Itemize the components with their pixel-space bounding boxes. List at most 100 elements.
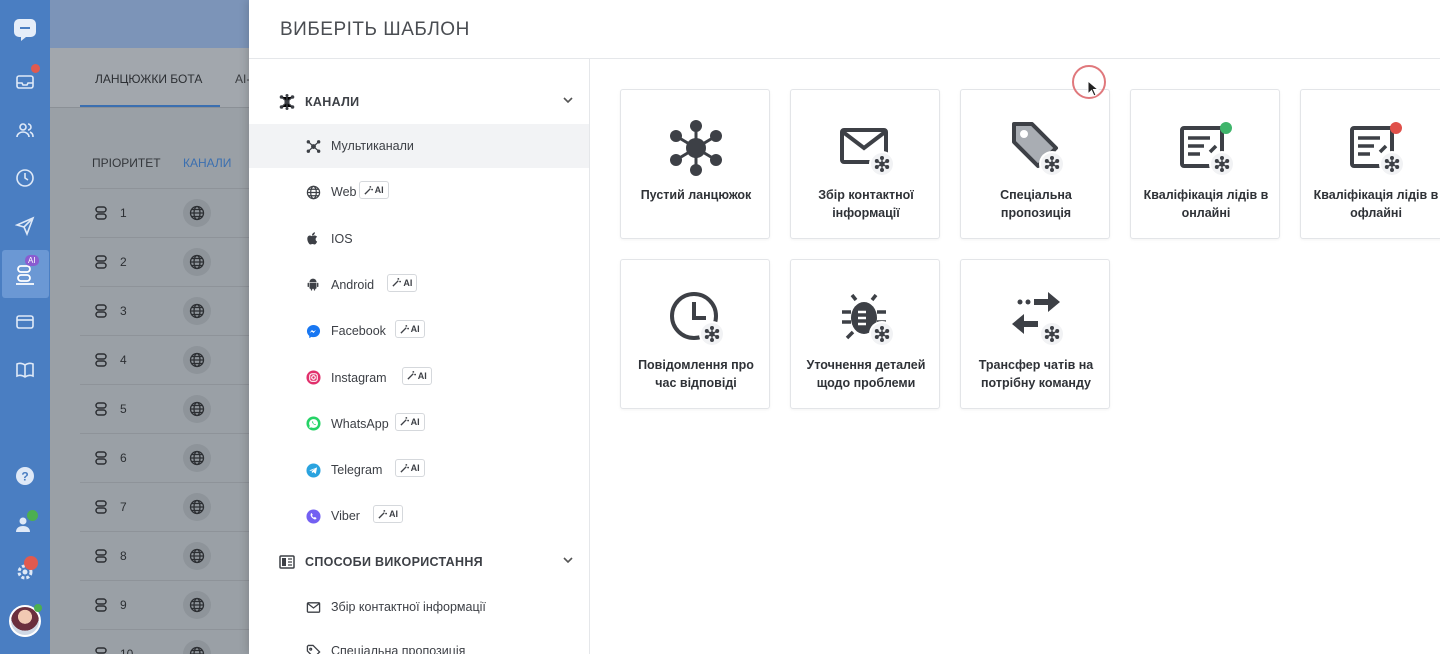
bot-icon [95,353,107,367]
globe-icon [183,248,211,276]
sidebar-item-label: Viber [331,509,360,524]
help-icon[interactable]: ? [13,464,37,488]
template-card[interactable]: Повідомлення про час відповіді [620,259,770,409]
template-card[interactable]: Збір контактної інформації [790,89,940,239]
clock-gear-icon [666,288,726,348]
section-usage-header[interactable]: СПОСОБИ ВИКОРИСТАННЯ [249,547,589,577]
priority-value: 5 [120,402,127,416]
ai-badge-label: AI [410,324,420,335]
tab-ai: AI- [235,72,250,86]
background-topbar [50,0,250,48]
multichannel-icon [279,94,295,110]
sidebar-item-channel[interactable]: Facebook AI [249,309,589,353]
template-card[interactable]: Спеціальна пропозиція [960,89,1110,239]
apple-icon [305,231,321,247]
table-row: 4 [80,335,250,384]
whatsapp-icon [305,416,321,432]
envelope-icon [305,599,321,615]
magic-wand-icon [400,463,409,473]
book-icon[interactable] [13,358,37,382]
priority-value: 2 [120,255,127,269]
globe-icon [305,184,321,200]
template-card[interactable]: Пустий ланцюжок [620,89,770,239]
sidebar-item-channel[interactable]: Web AI [249,170,589,214]
template-sidebar: КАНАЛИ Мультиканали Web AI IOS Android A… [249,59,590,654]
column-priority: ПРІОРИТЕТ [92,156,161,170]
sidebar-item-label: Android [331,277,375,292]
template-card[interactable]: Уточнення деталей щодо проблеми [790,259,940,409]
sidebar-item-label: Telegram [331,463,383,478]
bot-icon [95,500,107,514]
sidebar-item-channel[interactable]: Мультиканали [249,124,589,168]
tab-bot-chains: ЛАНЦЮЖКИ БОТА [95,72,203,86]
section-usage-label: СПОСОБИ ВИКОРИСТАННЯ [305,555,483,569]
globe-icon [183,395,211,423]
ai-badge-label: AI [410,416,420,427]
template-card[interactable]: Кваліфікація лідів в офлайні [1300,89,1440,239]
template-card-label: Трансфер чатів на потрібну команду [978,358,1094,390]
table-row: 10 [80,629,250,654]
sidebar-item-channel[interactable]: Android AI [249,263,589,307]
magic-wand-icon [407,371,416,380]
telegram-icon [305,462,321,478]
sidebar-item-label: IOS [331,231,353,246]
priority-value: 4 [120,353,127,367]
section-channels-header[interactable]: КАНАЛИ [249,87,589,117]
chat-icon[interactable] [13,18,37,42]
inbox-icon[interactable] [13,70,37,94]
users-icon[interactable] [13,118,37,142]
sidebar-item-channel[interactable]: Instagram AI [249,356,589,400]
globe-icon [183,493,211,521]
chevron-down-icon[interactable] [562,554,574,566]
sidebar-item-label: Спеціальна пропозиція [331,644,466,654]
modal-header: ВИБЕРІТЬ ШАБЛОН [249,0,1440,59]
template-modal: ВИБЕРІТЬ ШАБЛОН КАНАЛИ Мультиканали Web … [249,0,1440,654]
ai-badge-label: AI [410,463,420,474]
ai-badge-label: AI [403,277,413,288]
ai-badge: AI [401,366,432,385]
sidebar-item-label: Мультиканали [331,139,414,153]
priority-value: 1 [120,206,127,220]
table-row: 9 [80,580,250,629]
settings-alert-dot [24,556,38,570]
priority-value: 10 [120,647,134,654]
sidebar-item-channel[interactable]: IOS [249,217,589,261]
priority-value: 7 [120,500,127,514]
bot-icon [95,598,107,612]
avatar-online-dot [34,604,42,612]
globe-icon [183,346,211,374]
template-card[interactable]: Трансфер чатів на потрібну команду [960,259,1110,409]
globe-icon [183,542,211,570]
svg-text:?: ? [21,470,28,484]
magic-wand-icon [378,509,387,519]
sidebar-item-usage[interactable]: Збір контактної інформації [249,585,589,629]
template-card[interactable]: Кваліфікація лідів в онлайні [1130,89,1280,239]
globe-icon [183,640,211,654]
template-card-label: Пустий ланцюжок [640,188,752,202]
ai-badge: AI [394,320,425,339]
priority-value: 3 [120,304,127,318]
ai-badge: AI [25,255,39,266]
bot-icon [95,304,107,318]
sidebar-item-channel[interactable]: Viber AI [249,494,589,538]
leads-offline-icon [1346,118,1406,178]
layout-icon [279,555,295,569]
ai-badge: AI [387,273,418,292]
sidebar-item-label: WhatsApp [331,416,389,431]
sidebar-item-usage[interactable]: Спеціальна пропозиція [249,629,589,654]
priority-value: 8 [120,549,127,563]
multichannel-icon [305,138,321,154]
chevron-down-icon[interactable] [562,94,574,106]
sidebar-item-label: Web [331,185,357,200]
sidebar-item-channel[interactable]: Telegram AI [249,448,589,492]
team-status-dot [27,510,38,521]
transfer-icon [1006,288,1066,348]
card-icon[interactable] [13,310,37,334]
template-card-label: Повідомлення про час відповіді [638,358,754,390]
template-card-label: Уточнення деталей щодо проблеми [806,358,926,390]
viber-icon [305,508,321,524]
template-card-label: Кваліфікація лідів в офлайні [1313,188,1439,220]
clock-icon[interactable] [13,166,37,190]
send-icon[interactable] [13,214,37,238]
sidebar-item-channel[interactable]: WhatsApp AI [249,402,589,446]
